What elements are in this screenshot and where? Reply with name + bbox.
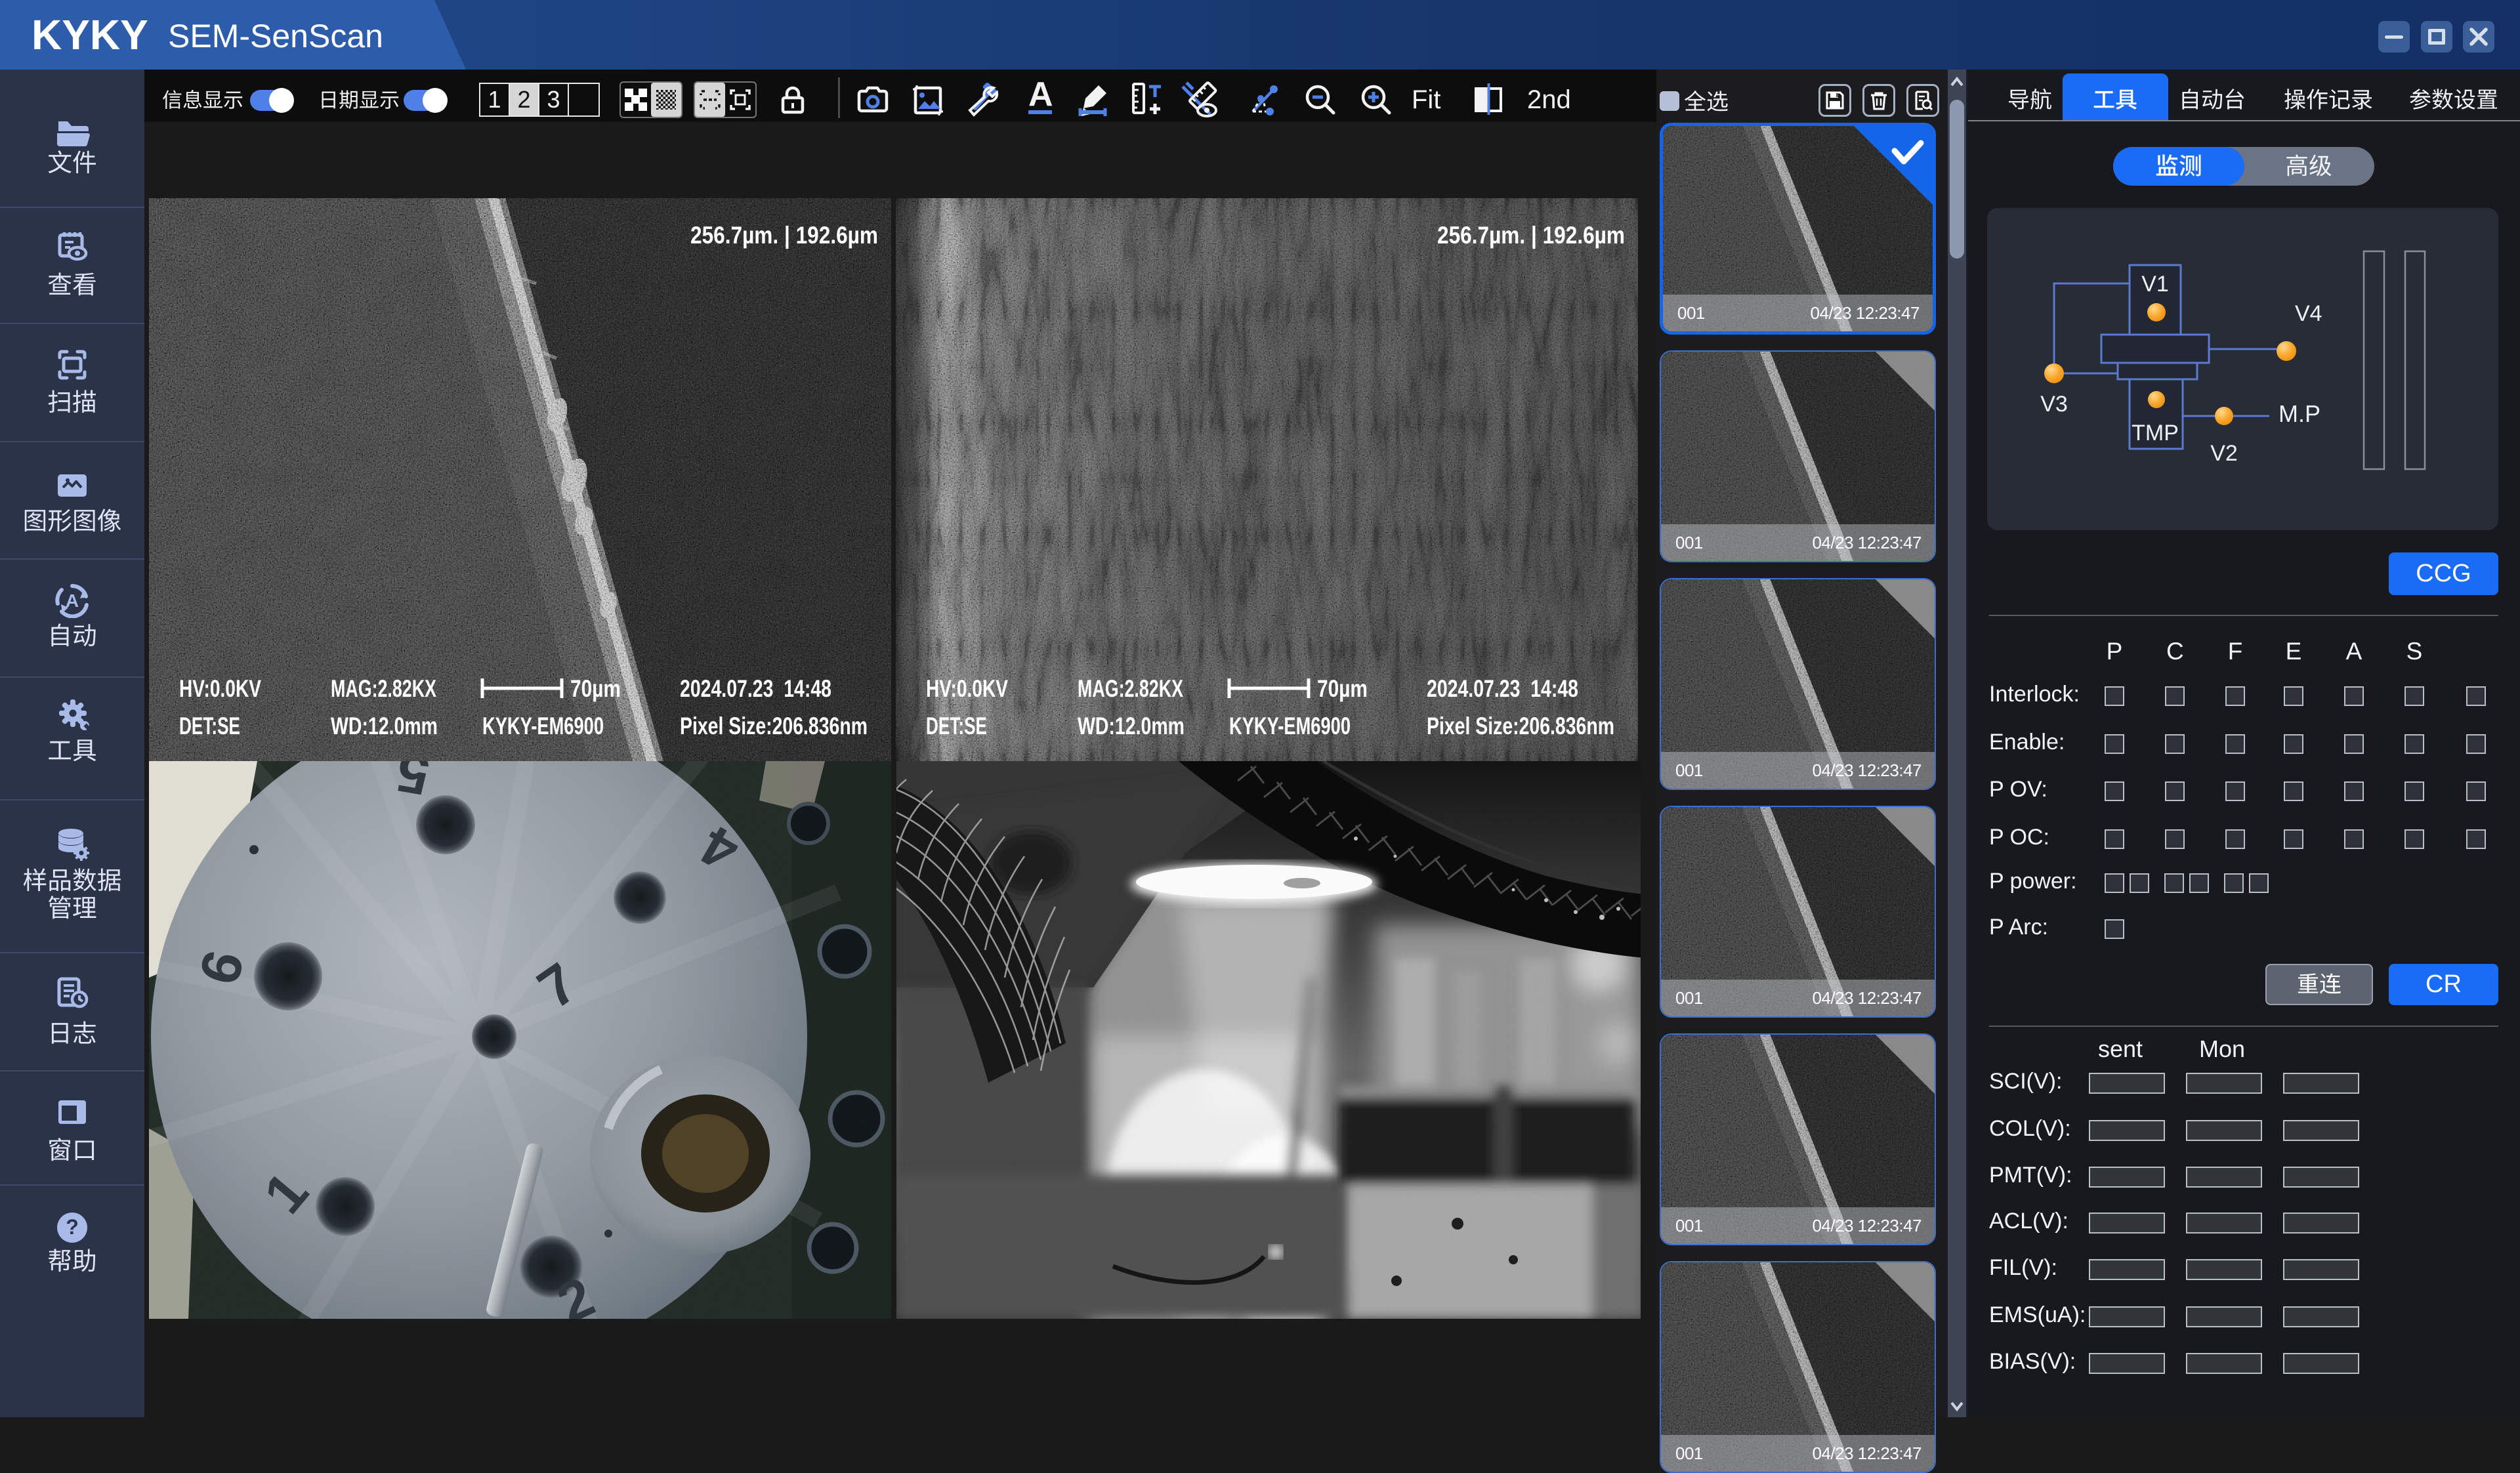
svg-text:V1: V1 <box>2141 272 2169 297</box>
svg-text:?: ? <box>66 1215 79 1239</box>
svg-text:KYKY-EM6900: KYKY-EM6900 <box>1229 713 1351 739</box>
svg-text:MAG:2.82KX: MAG:2.82KX <box>1078 675 1183 702</box>
svg-text:TMP: TMP <box>2132 421 2179 446</box>
svg-text:Pixel Size:206.836nm: Pixel Size:206.836nm <box>1427 713 1614 739</box>
svg-text:2024.07.23 14:48: 2024.07.23 14:48 <box>680 675 831 702</box>
svg-text:2024.07.23 14:48: 2024.07.23 14:48 <box>1427 675 1578 702</box>
svg-text:V4: V4 <box>2295 301 2322 326</box>
svg-text:WD:12.0mm: WD:12.0mm <box>1078 713 1185 739</box>
svg-text:256.7µm. | 192.6µm: 256.7µm. | 192.6µm <box>1437 222 1625 249</box>
svg-text:M.P: M.P <box>2278 400 2320 427</box>
svg-text:MAG:2.82KX: MAG:2.82KX <box>331 675 436 702</box>
svg-text:HV:0.0KV: HV:0.0KV <box>926 675 1008 702</box>
svg-text:70µm: 70µm <box>570 675 621 702</box>
svg-text:V2: V2 <box>2210 441 2238 466</box>
svg-text:70µm: 70µm <box>1317 675 1368 702</box>
svg-text:A: A <box>66 591 79 611</box>
svg-text:Pixel Size:206.836nm: Pixel Size:206.836nm <box>680 713 868 739</box>
svg-text:KYKY-EM6900: KYKY-EM6900 <box>482 713 604 739</box>
svg-text:HV:0.0KV: HV:0.0KV <box>179 675 261 702</box>
svg-text:V3: V3 <box>2040 392 2068 417</box>
svg-text:WD:12.0mm: WD:12.0mm <box>331 713 438 739</box>
svg-text:256.7µm. | 192.6µm: 256.7µm. | 192.6µm <box>690 222 878 249</box>
svg-text:DET:SE: DET:SE <box>179 713 240 739</box>
svg-text:DET:SE: DET:SE <box>926 713 987 739</box>
